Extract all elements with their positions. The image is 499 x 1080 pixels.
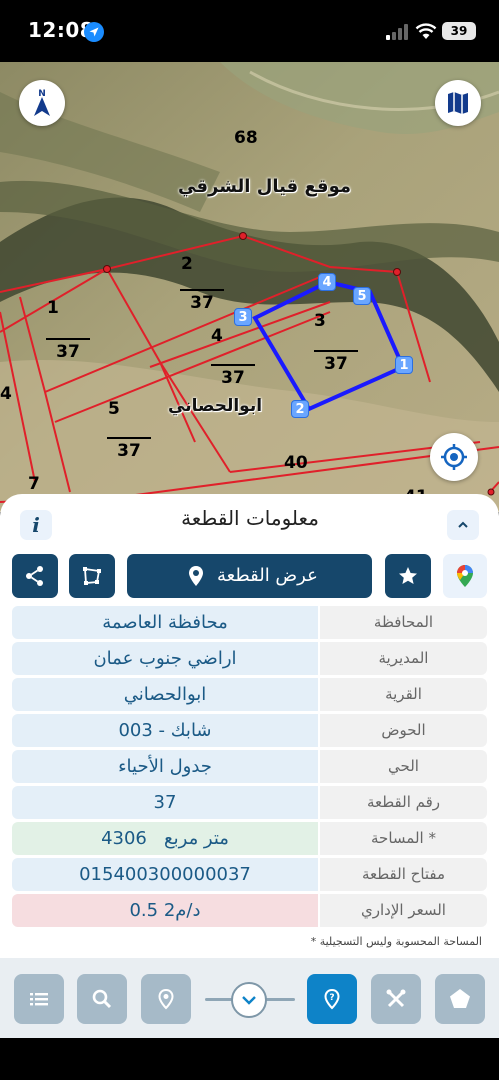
detail-row-village: ابوالحصاني القرية: [12, 678, 487, 711]
slider-knob[interactable]: [231, 982, 267, 1018]
detail-row-area: 4306 متر مربع المساحة *: [12, 822, 487, 855]
parcel-fraction: 37: [107, 437, 151, 461]
detail-value: ابوالحصاني: [12, 678, 318, 711]
detail-value: 4306 متر مربع: [12, 822, 318, 855]
map-icon: [448, 92, 468, 114]
detail-value: شابك - 003: [12, 714, 318, 747]
show-parcel-button[interactable]: عرض القطعة: [127, 554, 372, 598]
my-location-button[interactable]: [430, 433, 478, 481]
svg-text:?: ?: [329, 993, 334, 1003]
detail-label: مفتاح القطعة: [320, 858, 487, 891]
sheet-title: معلومات القطعة: [181, 506, 319, 530]
search-button[interactable]: [77, 974, 127, 1024]
detail-label: المديرية: [320, 642, 487, 675]
parcel-details-table: محافظة العاصمة المحافظة اراضي جنوب عمان …: [12, 606, 487, 930]
polygon-icon: [83, 567, 101, 585]
compass-button[interactable]: N: [19, 80, 65, 126]
favorite-button[interactable]: [385, 554, 431, 598]
star-icon: [399, 567, 417, 584]
location-pin-button[interactable]: [141, 974, 191, 1024]
search-icon: [92, 989, 112, 1009]
parcel-fraction: 37: [211, 364, 255, 388]
detail-label: الحوض: [320, 714, 487, 747]
home-indicator-area: [0, 1038, 499, 1080]
detail-row-neighborhood: جدول الأحياء الحي: [12, 750, 487, 783]
location-question-button[interactable]: ?: [307, 974, 357, 1024]
google-maps-icon: [457, 565, 473, 587]
map-view[interactable]: 68 موقع قيال الشرقي 2 37 1 37 4 3 37 37 …: [0, 62, 499, 512]
map-number-label: 2: [181, 254, 193, 274]
detail-row-directorate: اراضي جنوب عمان المديرية: [12, 642, 487, 675]
chevron-down-icon: [242, 996, 256, 1005]
detail-value: 015400300000037: [12, 858, 318, 891]
location-question-icon: ?: [324, 988, 340, 1010]
parcel-fraction: 37: [46, 338, 90, 362]
tools-icon: [386, 989, 406, 1008]
detail-label: السعر الإداري: [320, 894, 487, 927]
crosshair-icon: [441, 444, 467, 470]
parcel-vertex[interactable]: 4: [318, 273, 336, 291]
detail-label: المحافظة: [320, 606, 487, 639]
compass-icon: N: [34, 89, 50, 116]
pentagon-icon: [450, 989, 470, 1008]
parcel-info-sheet: i معلومات القطعة عرض القطعة محافظة العاص…: [0, 494, 499, 1034]
cellular-signal-icon: [386, 24, 408, 40]
map-number-label: 5: [108, 399, 120, 419]
info-button[interactable]: i: [20, 510, 52, 540]
parcel-vertex[interactable]: 1: [395, 356, 413, 374]
detail-label: الحي: [320, 750, 487, 783]
polygon-button[interactable]: [69, 554, 115, 598]
detail-row-basin: شابك - 003 الحوض: [12, 714, 487, 747]
detail-value: محافظة العاصمة: [12, 606, 318, 639]
battery-indicator: 39: [442, 22, 476, 40]
wifi-icon: [415, 23, 437, 39]
share-button[interactable]: [12, 554, 58, 598]
location-pin-icon: [189, 566, 203, 586]
measure-tools-button[interactable]: [371, 974, 421, 1024]
parcel-vertex[interactable]: 2: [291, 400, 309, 418]
map-number-label: 4: [0, 384, 12, 404]
map-number-label: 1: [47, 298, 59, 318]
map-number-label: 3: [314, 311, 326, 331]
detail-value: اراضي جنوب عمان: [12, 642, 318, 675]
detail-label: المساحة *: [320, 822, 487, 855]
collapse-button[interactable]: [447, 510, 479, 540]
detail-value: 37: [12, 786, 318, 819]
location-arrow-icon: [84, 22, 104, 42]
village-label: ابوالحصاني: [168, 396, 263, 416]
show-parcel-label: عرض القطعة: [217, 565, 318, 586]
parcel-vertex[interactable]: 3: [234, 308, 252, 326]
area-footnote: * المساحة المحسوبة وليس التسجيلية: [310, 935, 482, 948]
detail-label: القرية: [320, 678, 487, 711]
parcel-shape-button[interactable]: [435, 974, 485, 1024]
detail-row-parcel-key: 015400300000037 مفتاح القطعة: [12, 858, 487, 891]
detail-value: جدول الأحياء: [12, 750, 318, 783]
map-number-label: 7: [28, 474, 40, 494]
detail-row-parcel-number: 37 رقم القطعة: [12, 786, 487, 819]
map-number-label: 40: [284, 453, 308, 473]
detail-row-governorate: محافظة العاصمة المحافظة: [12, 606, 487, 639]
google-maps-button[interactable]: [443, 554, 487, 598]
parcel-vertex[interactable]: 5: [353, 287, 371, 305]
place-label: موقع قيال الشرقي: [178, 176, 351, 197]
detail-row-admin-price: 0.5 د/م2 السعر الإداري: [12, 894, 487, 927]
map-number-label: 4: [211, 326, 223, 346]
bottom-toolbar: ?: [0, 958, 499, 1038]
chevron-up-icon: [458, 521, 468, 528]
share-icon: [26, 566, 43, 586]
detail-value: 0.5 د/م2: [12, 894, 318, 927]
list-icon: [30, 993, 48, 1006]
parcel-fraction: 37: [314, 350, 358, 374]
parcel-fraction: 37: [180, 289, 224, 313]
detail-label: رقم القطعة: [320, 786, 487, 819]
map-layers-button[interactable]: [435, 80, 481, 126]
list-button[interactable]: [14, 974, 64, 1024]
location-pin-icon: [158, 988, 174, 1010]
map-number-label: 68: [234, 128, 258, 148]
status-bar: 12:08 39: [0, 0, 499, 62]
